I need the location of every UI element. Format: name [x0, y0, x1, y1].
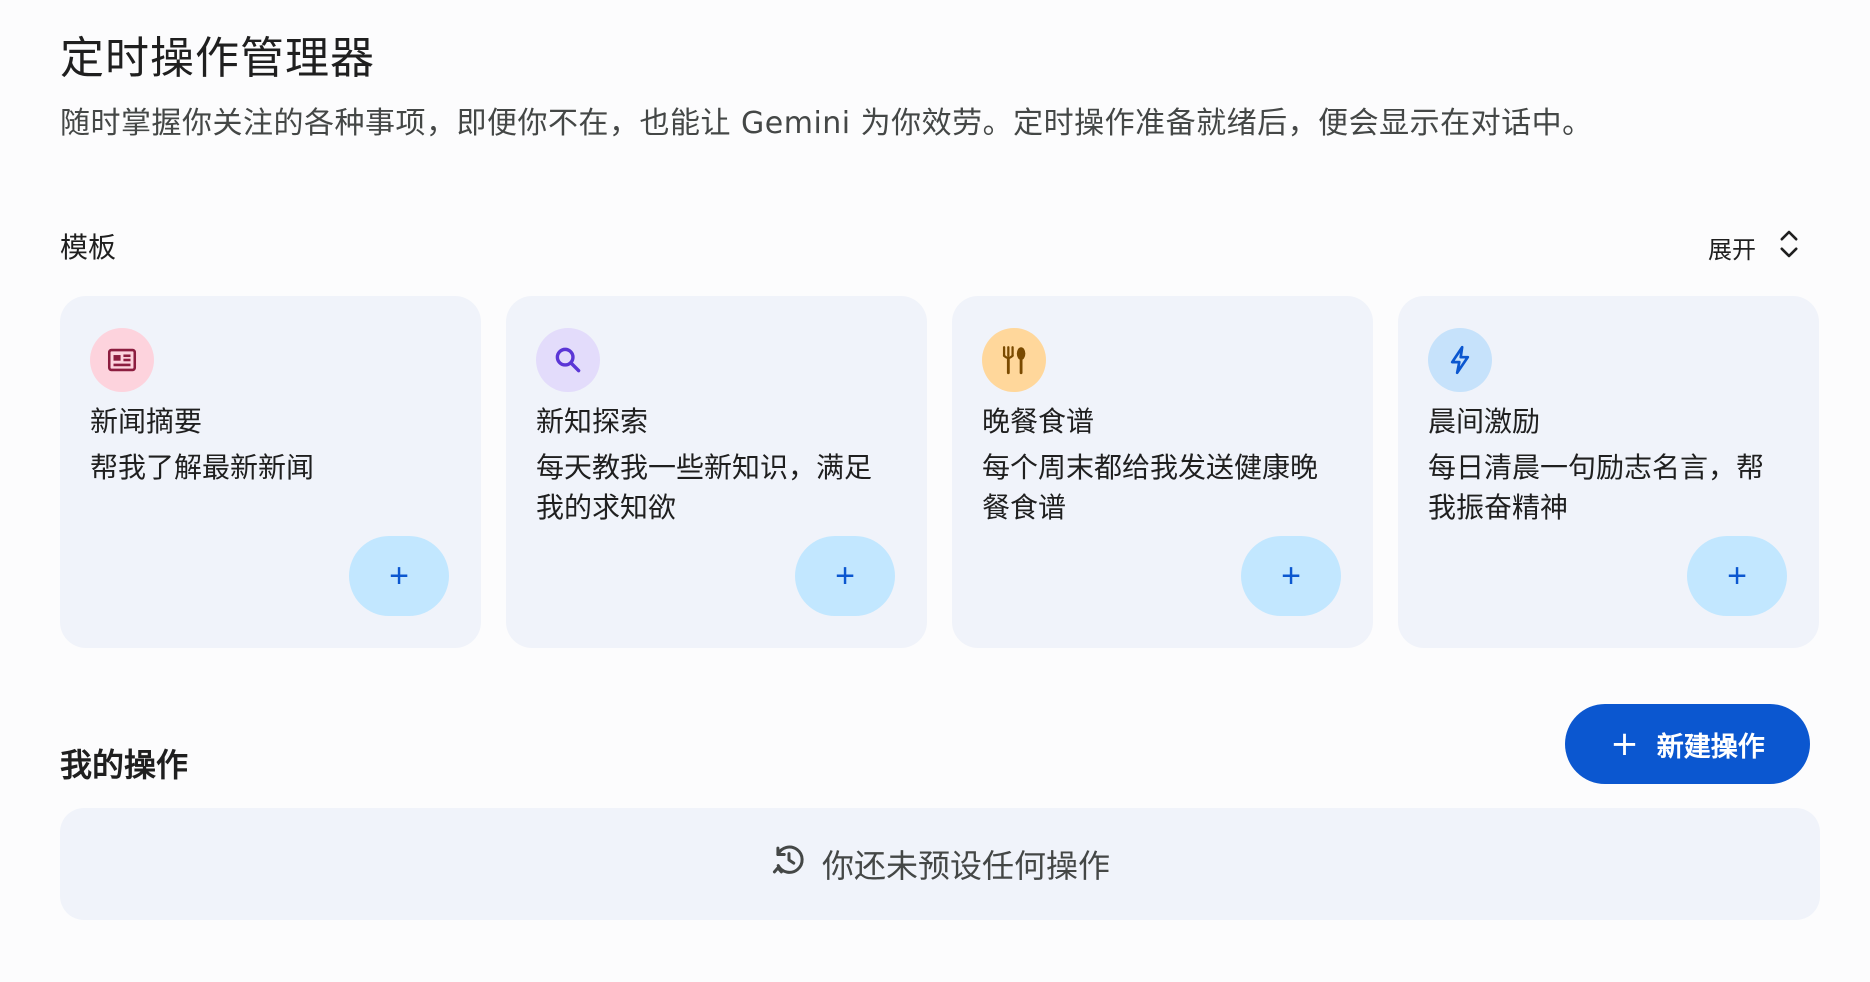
add-template-button[interactable]: + — [795, 536, 895, 616]
template-card-news[interactable]: 新闻摘要 帮我了解最新新闻 + — [60, 296, 481, 648]
page-title: 定时操作管理器 — [60, 33, 375, 84]
expand-label: 展开 — [1708, 235, 1756, 264]
template-card-learning[interactable]: 新知探索 每天教我一些新知识，满足我的求知欲 + — [506, 296, 927, 648]
template-card-motivation[interactable]: 晨间激励 每日清晨一句励志名言，帮我振奋精神 + — [1398, 296, 1819, 648]
templates-label: 模板 — [60, 231, 117, 264]
history-icon — [770, 841, 808, 887]
card-title: 晚餐食谱 — [982, 405, 1095, 438]
plus-icon: + — [1281, 556, 1301, 595]
add-template-button[interactable]: + — [349, 536, 449, 616]
my-actions-label: 我的操作 — [60, 746, 189, 784]
plus-icon: + — [1727, 556, 1747, 595]
new-action-button[interactable]: + 新建操作 — [1565, 704, 1810, 784]
bolt-icon — [1428, 328, 1492, 392]
empty-state: 你还未预设任何操作 — [60, 808, 1820, 920]
plus-icon: + — [1610, 724, 1639, 764]
plus-icon: + — [835, 556, 855, 595]
empty-state-text: 你还未预设任何操作 — [821, 847, 1110, 885]
card-title: 晨间激励 — [1428, 405, 1541, 438]
card-description: 帮我了解最新新闻 — [90, 451, 315, 484]
search-icon — [536, 328, 600, 392]
unfold-icon — [1774, 226, 1804, 268]
template-cards: 新闻摘要 帮我了解最新新闻 + 新知探索 每天教我一些新知识，满足我的求知欲 + — [60, 296, 1819, 648]
page-subtitle: 随时掌握你关注的各种事项，即便你不在，也能让 Gemini 为你效劳。定时操作准… — [60, 106, 1593, 141]
card-description: 每个周末都给我发送健康晚餐食谱 — [982, 451, 1319, 524]
add-template-button[interactable]: + — [1687, 536, 1787, 616]
expand-toggle[interactable]: 展开 — [1702, 222, 1810, 272]
card-title: 新知探索 — [536, 405, 649, 438]
card-description: 每日清晨一句励志名言，帮我振奋精神 — [1428, 451, 1765, 524]
card-title: 新闻摘要 — [90, 405, 203, 438]
add-template-button[interactable]: + — [1241, 536, 1341, 616]
card-description: 每天教我一些新知识，满足我的求知欲 — [536, 451, 873, 524]
template-card-dinner[interactable]: 晚餐食谱 每个周末都给我发送健康晚餐食谱 + — [952, 296, 1373, 648]
new-action-label: 新建操作 — [1656, 731, 1765, 763]
scheduled-actions-page: 定时操作管理器 随时掌握你关注的各种事项，即便你不在，也能让 Gemini 为你… — [0, 0, 1870, 982]
news-icon — [90, 328, 154, 392]
restaurant-icon — [982, 328, 1046, 392]
plus-icon: + — [389, 556, 409, 595]
